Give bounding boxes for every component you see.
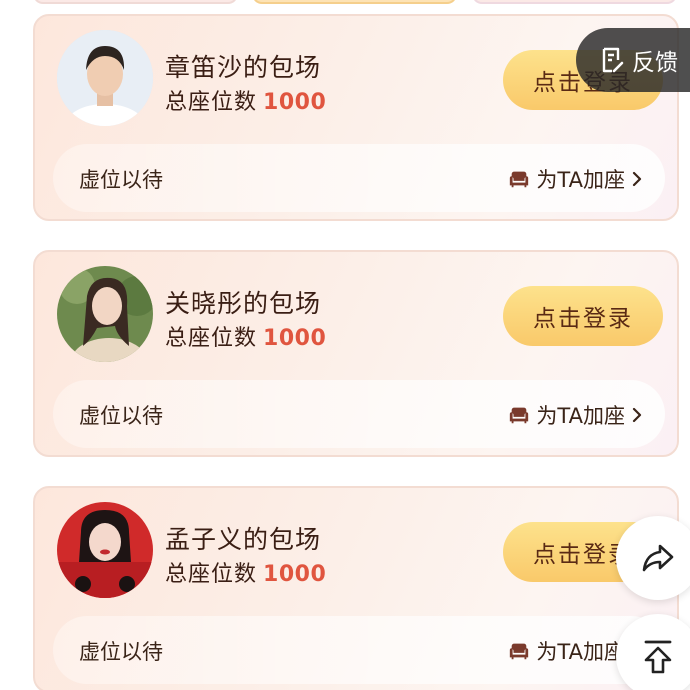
add-seat-label: 为TA加座 — [536, 404, 625, 428]
back-to-top-icon — [640, 638, 676, 674]
seats-count: 1000 — [263, 562, 327, 587]
previous-tab-stub-active — [252, 0, 457, 4]
seats-count: 1000 — [263, 326, 327, 351]
feedback-icon — [600, 47, 624, 73]
feedback-label: 反馈 — [632, 50, 678, 76]
total-seats: 总座位数 1000 — [165, 320, 326, 352]
previous-tab-stub — [472, 0, 677, 4]
total-seats: 总座位数 1000 — [165, 84, 326, 116]
venue-card: 关晓彤的包场 总座位数 1000 点击登录 虚位以待 为TA加座 — [33, 250, 679, 457]
venue-title: 孟子义的包场 — [165, 525, 322, 554]
add-seat-label: 为TA加座 — [536, 640, 625, 664]
seats-label: 总座位数 — [165, 562, 258, 587]
sofa-icon — [508, 168, 530, 190]
previous-tab-stub — [33, 0, 238, 4]
seat-placeholder: 虚位以待 — [79, 168, 163, 192]
add-seat-label: 为TA加座 — [536, 168, 625, 192]
seats-count: 1000 — [263, 90, 327, 115]
venue-title: 关晓彤的包场 — [165, 289, 322, 318]
sofa-icon — [508, 640, 530, 662]
seat-bar: 虚位以待 为TA加座 — [53, 380, 665, 448]
seat-bar: 虚位以待 为TA加座 — [53, 144, 665, 212]
seat-bar: 虚位以待 为TA加座 — [53, 616, 665, 684]
share-button[interactable] — [616, 516, 690, 600]
seats-label: 总座位数 — [165, 326, 258, 351]
total-seats: 总座位数 1000 — [165, 556, 326, 588]
avatar[interactable] — [57, 30, 153, 126]
chevron-right-icon — [631, 405, 643, 425]
seat-placeholder: 虚位以待 — [79, 404, 163, 428]
login-button[interactable]: 点击登录 — [503, 286, 663, 346]
share-icon — [640, 540, 676, 576]
page: 章笛沙的包场 总座位数 1000 点击登录 虚位以待 为TA加座 关晓彤的包场 … — [0, 0, 690, 690]
avatar[interactable] — [57, 502, 153, 598]
sofa-icon — [508, 404, 530, 426]
avatar[interactable] — [57, 266, 153, 362]
seat-placeholder: 虚位以待 — [79, 640, 163, 664]
seats-label: 总座位数 — [165, 90, 258, 115]
venue-card: 孟子义的包场 总座位数 1000 点击登录 虚位以待 为TA加座 — [33, 486, 679, 690]
add-seat-link[interactable]: 为TA加座 — [508, 164, 643, 194]
venue-title: 章笛沙的包场 — [165, 53, 322, 82]
add-seat-link[interactable]: 为TA加座 — [508, 400, 643, 430]
feedback-button[interactable]: 反馈 — [576, 28, 690, 92]
chevron-right-icon — [631, 169, 643, 189]
